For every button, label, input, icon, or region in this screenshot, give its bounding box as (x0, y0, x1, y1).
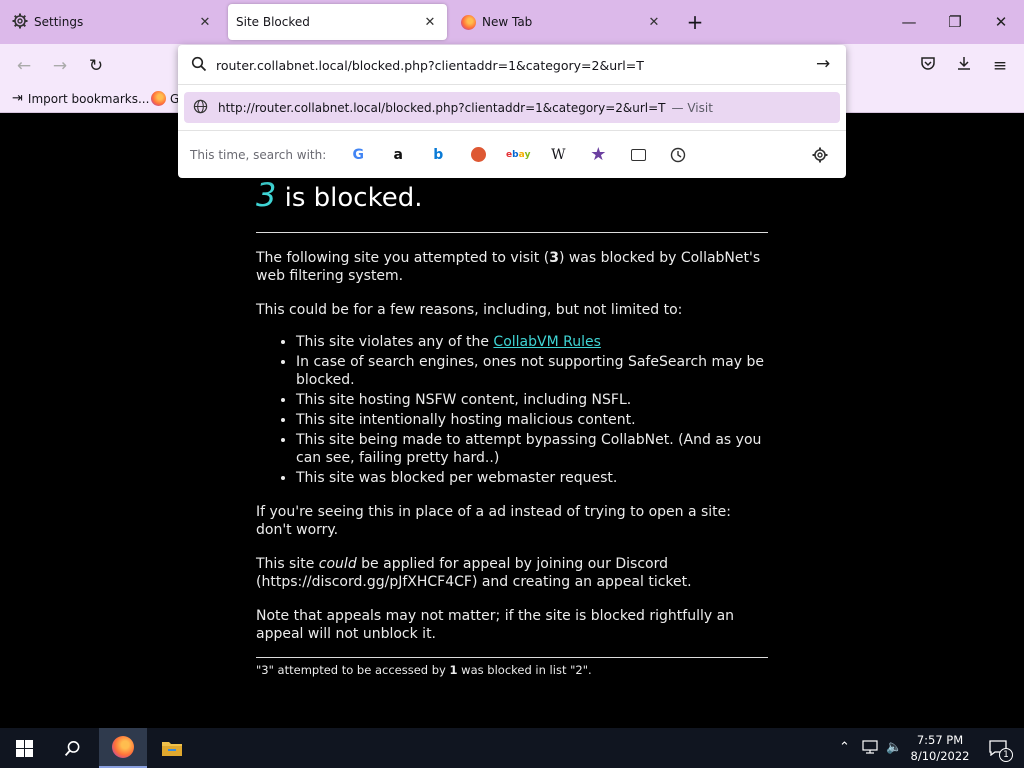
bookmark-label: Import bookmarks... (27, 91, 150, 106)
intro-paragraph: The following site you attempted to visi… (256, 250, 761, 284)
network-icon[interactable] (862, 740, 878, 758)
google-icon[interactable]: G (338, 141, 378, 169)
clock-time: 7:57 PM (916, 733, 964, 747)
file-explorer-button[interactable] (148, 728, 196, 768)
amazon-icon[interactable]: a (378, 141, 418, 169)
import-icon: ⇥ (12, 91, 23, 106)
list-item: This site hosting NSFW content, includin… (296, 391, 768, 409)
firefox-taskbar-button[interactable] (99, 728, 147, 768)
wikipedia-icon[interactable]: W (538, 141, 578, 169)
suggestion-action: — Visit (671, 100, 713, 115)
search-with-label: This time, search with: (190, 147, 327, 162)
clock-date: 8/10/2022 (910, 749, 970, 763)
search-engine-row: This time, search with: G a b ebay W ★ (178, 130, 846, 178)
search-settings-gear-icon[interactable] (800, 141, 840, 169)
menu-icon[interactable]: ≡ (987, 53, 1013, 79)
close-tab-icon[interactable]: ✕ (196, 15, 214, 30)
firefox-icon (112, 736, 134, 758)
tabs-icon[interactable] (618, 141, 658, 169)
start-button[interactable] (0, 728, 48, 768)
tab-strip: Settings ✕ Site Blocked ✕ New Tab ✕ + — … (0, 0, 1024, 44)
restore-button[interactable]: ❐ (940, 8, 970, 36)
reload-button[interactable]: ↻ (83, 53, 109, 79)
back-button[interactable]: ← (11, 53, 37, 79)
list-item: This site intentionally hosting maliciou… (296, 411, 768, 429)
globe-icon (193, 99, 208, 117)
system-clock[interactable]: 7:57 PM 8/10/2022 (906, 732, 974, 764)
blocked-site-name: 3 (256, 176, 277, 214)
firefox-icon (461, 14, 476, 30)
collabvm-rules-link[interactable]: CollabVM Rules (493, 334, 600, 350)
windows-taskbar: ⌃ 🔈 7:57 PM 8/10/2022 1 (0, 728, 1024, 768)
list-item: This site being made to attempt bypassin… (296, 431, 768, 467)
list-item: In case of search engines, ones not supp… (296, 353, 768, 389)
notification-badge: 1 (999, 748, 1013, 762)
divider (256, 232, 768, 233)
close-window-button[interactable]: ✕ (986, 8, 1016, 36)
url-suggestion[interactable]: http://router.collabnet.local/blocked.ph… (184, 92, 840, 123)
tab-label: Settings (34, 15, 84, 29)
bookmarks-star-icon[interactable]: ★ (578, 141, 618, 169)
history-icon[interactable] (658, 141, 698, 169)
tab-new-tab[interactable]: New Tab ✕ (453, 4, 671, 40)
blocked-page: 3 is blocked. The following site you att… (256, 178, 768, 679)
duckduckgo-icon[interactable] (458, 141, 498, 169)
import-bookmarks-item[interactable]: ⇥ Import bookmarks... (12, 91, 149, 106)
minimize-button[interactable]: — (894, 8, 924, 36)
url-dropdown: → http://router.collabnet.local/blocked.… (178, 45, 846, 178)
firefox-icon (151, 91, 166, 106)
appeal-paragraph: This site could be applied for appeal by… (256, 556, 692, 590)
heading-text: is blocked. (284, 183, 423, 213)
bing-icon[interactable]: b (418, 141, 458, 169)
reasons-intro: This could be for a few reasons, includi… (256, 302, 683, 318)
ad-note: If you're seeing this in place of a ad i… (256, 504, 732, 538)
tab-label: Site Blocked (236, 15, 310, 29)
ebay-icon[interactable]: ebay (498, 141, 538, 169)
tab-label: New Tab (482, 15, 533, 29)
notifications-button[interactable]: 1 (978, 728, 1018, 768)
volume-icon[interactable]: 🔈 (886, 740, 902, 755)
page-title: 3 is blocked. (256, 178, 768, 215)
appeal-note: Note that appeals may not matter; if the… (256, 608, 735, 642)
search-icon[interactable] (48, 728, 96, 768)
go-arrow-icon[interactable]: → (816, 54, 830, 74)
list-item: This site was blocked per webmaster requ… (296, 469, 768, 487)
close-tab-icon[interactable]: ✕ (645, 15, 663, 30)
search-icon (191, 56, 207, 75)
forward-button[interactable]: → (47, 53, 73, 79)
tab-settings[interactable]: Settings ✕ (4, 4, 222, 40)
suggestion-url: http://router.collabnet.local/blocked.ph… (218, 100, 666, 115)
tab-site-blocked[interactable]: Site Blocked ✕ (228, 4, 447, 40)
gear-icon (12, 13, 28, 32)
list-item: This site violates any of the CollabVM R… (296, 333, 768, 351)
new-tab-button[interactable]: + (683, 11, 707, 33)
downloads-icon[interactable] (951, 53, 977, 79)
url-input[interactable] (216, 54, 806, 76)
pocket-icon[interactable] (915, 53, 941, 79)
bookmark-item[interactable]: G (151, 91, 179, 106)
address-bar: → (178, 45, 846, 85)
close-tab-icon[interactable]: ✕ (421, 15, 439, 30)
block-footer: "3" attempted to be accessed by 1 was bl… (256, 657, 768, 679)
chevron-up-icon[interactable]: ⌃ (839, 740, 850, 755)
reasons-list: This site violates any of the CollabVM R… (296, 333, 768, 487)
